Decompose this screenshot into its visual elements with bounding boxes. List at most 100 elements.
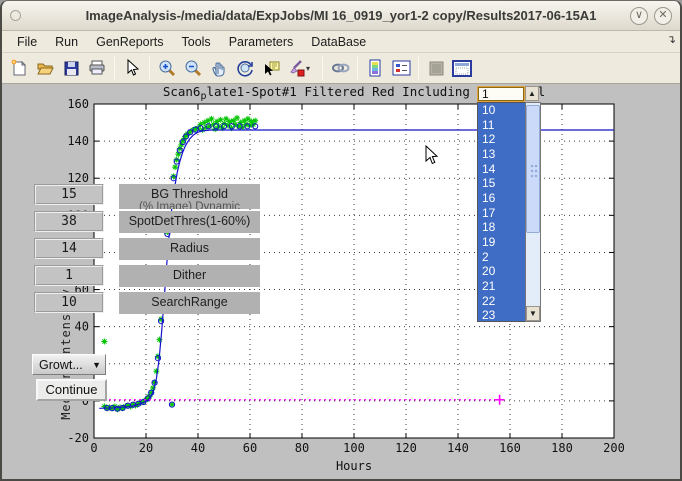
- searchrange-input[interactable]: 10: [34, 292, 104, 313]
- svg-text:Hours: Hours: [336, 459, 372, 473]
- dropdown-item-10[interactable]: 10: [478, 103, 525, 118]
- dropdown-item-16[interactable]: 16: [478, 191, 525, 206]
- zoom-in-button[interactable]: [154, 56, 180, 80]
- bg-threshold-input[interactable]: 15: [34, 184, 104, 205]
- toolbar-separator: [357, 57, 358, 79]
- menu-item-genreports[interactable]: GenReports: [87, 33, 172, 51]
- svg-text:140: 140: [447, 441, 469, 455]
- menu-item-file[interactable]: File: [8, 33, 46, 51]
- dropdown-item-20[interactable]: 20: [478, 264, 525, 279]
- brush-tool-button[interactable]: ▾: [284, 56, 318, 80]
- dropdown-item-22[interactable]: 22: [478, 294, 525, 309]
- dropdown-item-15[interactable]: 15: [478, 176, 525, 191]
- menu-item-parameters[interactable]: Parameters: [220, 33, 303, 51]
- toolbar-separator: [418, 57, 419, 79]
- hand-icon: [210, 59, 228, 77]
- open-file-button[interactable]: [32, 56, 58, 80]
- svg-text:120: 120: [395, 441, 417, 455]
- close-button[interactable]: ✕: [654, 7, 672, 25]
- menubar: FileRunGenReportsToolsParametersDataBase…: [2, 31, 680, 53]
- pointer-tool-button[interactable]: [119, 56, 145, 80]
- spotdetthres-1-60-input[interactable]: 38: [34, 211, 104, 232]
- dropdown-scrollbar[interactable]: ▼: [525, 102, 541, 322]
- brush-dropdown-caret[interactable]: ▾: [306, 64, 314, 73]
- svg-text:80: 80: [295, 441, 309, 455]
- toolbar-separator: [322, 57, 323, 79]
- app-window: ImageAnalysis-/media/data/ExpJobs/MI 16_…: [0, 0, 682, 481]
- menu-overflow-icon[interactable]: ↴: [667, 33, 676, 46]
- zoom-out-icon: [184, 59, 202, 77]
- rotate-3d-icon: [236, 59, 254, 77]
- spotdetthres-1-60-label: SpotDetThres(1-60%): [119, 211, 260, 233]
- brush-icon: [288, 59, 306, 77]
- new-file-button[interactable]: [6, 56, 32, 80]
- new-file-icon: [10, 59, 28, 77]
- dropdown-item-2[interactable]: 2: [478, 250, 525, 265]
- dither-input[interactable]: 1: [34, 265, 104, 286]
- scroll-up-button[interactable]: ▲: [525, 86, 539, 101]
- scrollbar-thumb[interactable]: [526, 105, 540, 233]
- dropdown-item-19[interactable]: 19: [478, 235, 525, 250]
- axes-window-button[interactable]: [449, 56, 475, 80]
- menu-item-tools[interactable]: Tools: [173, 33, 220, 51]
- dropdown-item-18[interactable]: 18: [478, 220, 525, 235]
- svg-text:160: 160: [67, 97, 89, 111]
- menu-item-run[interactable]: Run: [46, 33, 87, 51]
- data-cursor-icon: [262, 59, 281, 77]
- menu-item-database[interactable]: DataBase: [302, 33, 375, 51]
- link-icon: [331, 60, 350, 76]
- svg-text:20: 20: [139, 441, 153, 455]
- dropdown-item-11[interactable]: 11: [478, 118, 525, 133]
- figure-area: 020406080100120140160180200-200204060801…: [2, 85, 680, 479]
- link-plots-button[interactable]: [327, 56, 353, 80]
- printer-icon: [88, 59, 106, 77]
- print-button[interactable]: [84, 56, 110, 80]
- spot-number-combobox[interactable]: 1: [477, 86, 525, 102]
- toolbar-separator: [149, 57, 150, 79]
- growth-mode-dropdown-button[interactable]: Growt... ▼: [32, 354, 106, 375]
- bg-threshold-label: BG Threshold(% Image) Dynamic: [119, 184, 260, 209]
- zoom-out-button[interactable]: [180, 56, 206, 80]
- dropdown-item-21[interactable]: 21: [478, 279, 525, 294]
- dropdown-item-14[interactable]: 14: [478, 162, 525, 177]
- svg-text:40: 40: [191, 441, 205, 455]
- data-cursor-button[interactable]: [258, 56, 284, 80]
- continue-button[interactable]: Continue: [36, 379, 107, 401]
- dropdown-item-12[interactable]: 12: [478, 132, 525, 147]
- scroll-down-button[interactable]: ▼: [526, 306, 540, 321]
- pointer-icon: [124, 59, 140, 77]
- insert-colorbar-button[interactable]: [362, 56, 388, 80]
- zoom-in-icon: [158, 59, 176, 77]
- svg-text:200: 200: [603, 441, 625, 455]
- titlebar: ImageAnalysis-/media/data/ExpJobs/MI 16_…: [2, 1, 680, 31]
- chevron-down-icon: ▼: [92, 360, 101, 370]
- dropdown-item-17[interactable]: 17: [478, 206, 525, 221]
- searchrange-label: SearchRange: [119, 292, 260, 314]
- rotate-3d-button[interactable]: [232, 56, 258, 80]
- window-title: ImageAnalysis-/media/data/ExpJobs/MI 16_…: [2, 8, 680, 23]
- save-icon: [63, 60, 80, 77]
- toolbar: ▾: [2, 53, 680, 84]
- radius-input[interactable]: 14: [34, 238, 104, 259]
- scrollbar-grip: [530, 164, 538, 178]
- colorbar-icon: [368, 59, 382, 77]
- axes-window-icon: [452, 60, 472, 77]
- radius-label: Radius: [119, 238, 260, 260]
- minimize-button[interactable]: ∨: [630, 7, 648, 25]
- pan-tool-button[interactable]: [206, 56, 232, 80]
- gray-square-icon: [429, 61, 444, 76]
- dropdown-item-23[interactable]: 23: [478, 308, 525, 323]
- mouse-cursor: [425, 145, 439, 165]
- svg-text:140: 140: [67, 134, 89, 148]
- insert-legend-button[interactable]: [388, 56, 414, 80]
- legend-icon: [392, 60, 411, 76]
- toolbar-separator: [114, 57, 115, 79]
- dropdown-item-13[interactable]: 13: [478, 147, 525, 162]
- save-button[interactable]: [58, 56, 84, 80]
- svg-text:100: 100: [343, 441, 365, 455]
- svg-text:0: 0: [90, 441, 97, 455]
- growth-mode-label: Growt...: [39, 358, 83, 372]
- open-folder-icon: [36, 59, 54, 77]
- placeholder-square-button[interactable]: [423, 56, 449, 80]
- svg-text:40: 40: [75, 320, 89, 334]
